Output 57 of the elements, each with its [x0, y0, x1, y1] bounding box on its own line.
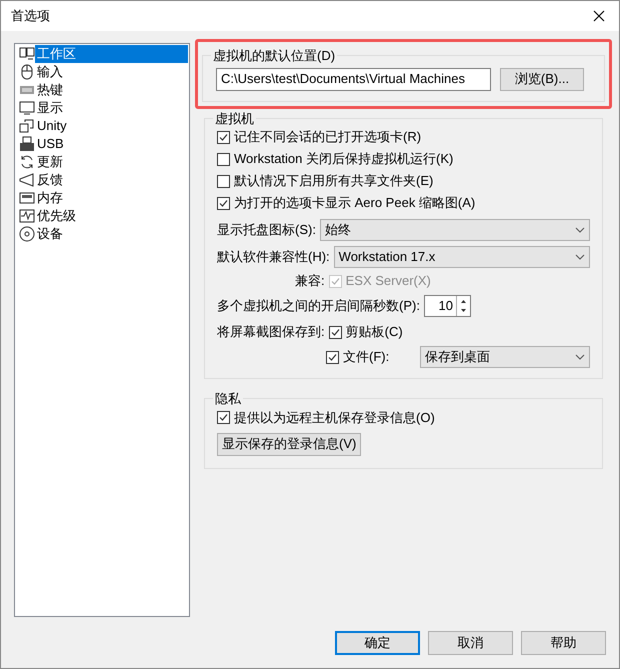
checkbox[interactable] — [328, 326, 342, 338]
checkbox[interactable] — [217, 174, 230, 188]
field-label: 多个虚拟机之间的开启间隔秒数(P): — [217, 297, 420, 316]
chevron-down-icon — [575, 254, 585, 260]
checkbox[interactable] — [217, 411, 230, 424]
show-login-button[interactable]: 显示保存的登录信息(V) — [217, 432, 362, 456]
group-title: 虚拟机的默认位置(D) — [212, 47, 336, 65]
sidebar-item[interactable]: 优先级 — [35, 207, 188, 225]
field-label: 兼容: — [295, 272, 325, 290]
checkbox-label: 为打开的选项卡显示 Aero Peek 缩略图(A) — [234, 194, 476, 212]
dropdown[interactable]: 保存到桌面 — [420, 346, 590, 368]
checkbox-label: 默认情况下启用所有共享文件夹(E) — [234, 172, 434, 190]
window-title: 首选项 — [11, 7, 50, 26]
sidebar-item[interactable]: 输入 — [35, 63, 188, 81]
checkbox-label: 提供以为远程主机保存登录信息(O) — [234, 408, 435, 427]
sidebar-item[interactable]: 反馈 — [35, 171, 188, 189]
sidebar-item[interactable]: 内存 — [35, 189, 188, 207]
refresh-icon — [19, 154, 35, 170]
dialog-button[interactable]: 取消 — [428, 631, 513, 655]
pulse-icon — [19, 208, 35, 224]
field-label: 将屏幕截图保存到: — [217, 323, 325, 342]
checkbox[interactable] — [326, 350, 339, 364]
sidebar-item[interactable]: 更新 — [35, 153, 188, 171]
group-title: 虚拟机 — [214, 110, 255, 128]
sidebar-item[interactable]: 显示 — [35, 99, 188, 117]
checkbox-label: Workstation 关闭后保持虚拟机运行(K) — [234, 150, 454, 168]
sidebar-item[interactable]: 工作区 — [35, 45, 188, 63]
spin-field[interactable]: 10 — [424, 295, 471, 317]
memory-icon — [19, 190, 35, 206]
sidebar-item[interactable]: USB — [35, 135, 188, 153]
close-icon[interactable] — [593, 10, 605, 22]
sidebar-item[interactable]: Unity — [35, 117, 188, 135]
field-label: 默认软件兼容性(H): — [217, 248, 330, 266]
sidebar-item[interactable]: 热键 — [35, 81, 188, 99]
checkbox-label: ESX Server(X) — [346, 272, 431, 290]
path-field[interactable]: C:\Users\test\Documents\Virtual Machines — [216, 68, 491, 90]
mouse-icon — [19, 64, 35, 80]
dropdown[interactable]: 始终 — [320, 219, 590, 241]
chevron-down-icon — [575, 354, 585, 360]
browse-button[interactable]: 浏览(B)... — [500, 68, 584, 90]
chevron-down-icon — [575, 227, 585, 233]
disc-icon — [19, 226, 35, 242]
checkbox-label: 文件(F): — [343, 348, 390, 366]
sidebar-item[interactable]: 设备 — [35, 225, 188, 243]
checkbox-label: 记住不同会话的已打开选项卡(R) — [234, 128, 422, 146]
checkbox-label: 剪贴板(C) — [346, 323, 403, 342]
usb-icon — [19, 136, 35, 152]
megaphone-icon — [19, 172, 35, 188]
dialog-button[interactable]: 确定 — [335, 631, 420, 655]
field-label: 显示托盘图标(S): — [217, 221, 316, 240]
windows-icon — [19, 118, 35, 134]
dropdown[interactable]: Workstation 17.x — [334, 246, 590, 268]
dialog-button[interactable]: 帮助 — [521, 631, 606, 655]
checkbox[interactable] — [217, 130, 230, 144]
checkbox[interactable] — [217, 196, 230, 210]
checkbox[interactable] — [217, 152, 230, 166]
group-title: 隐私 — [214, 390, 242, 408]
